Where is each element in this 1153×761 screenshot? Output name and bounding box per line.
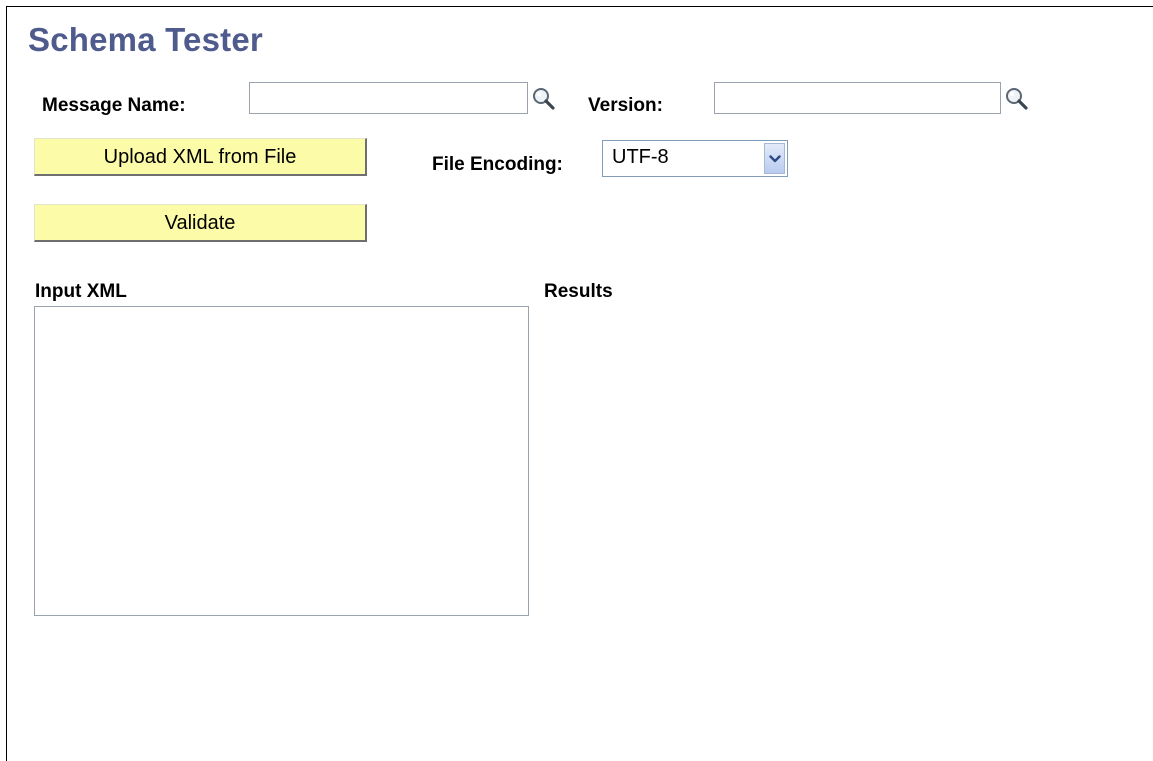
version-label: Version:: [588, 95, 663, 116]
chevron-down-icon[interactable]: [764, 143, 785, 174]
message-name-lookup-icon[interactable]: [530, 85, 558, 113]
input-xml-textarea[interactable]: [34, 306, 529, 616]
message-name-input[interactable]: [249, 82, 528, 114]
page-title: Schema Tester: [28, 21, 263, 58]
file-encoding-select[interactable]: UTF-8: [602, 140, 788, 177]
file-encoding-label: File Encoding:: [432, 154, 563, 175]
input-xml-label: Input XML: [35, 281, 127, 302]
version-lookup-icon[interactable]: [1003, 85, 1031, 113]
results-label: Results: [544, 281, 613, 302]
version-input[interactable]: [714, 82, 1001, 114]
file-encoding-value: UTF-8: [612, 146, 669, 168]
upload-xml-button[interactable]: Upload XML from File: [34, 138, 367, 176]
validate-button[interactable]: Validate: [34, 204, 367, 242]
message-name-label: Message Name:: [42, 95, 186, 116]
